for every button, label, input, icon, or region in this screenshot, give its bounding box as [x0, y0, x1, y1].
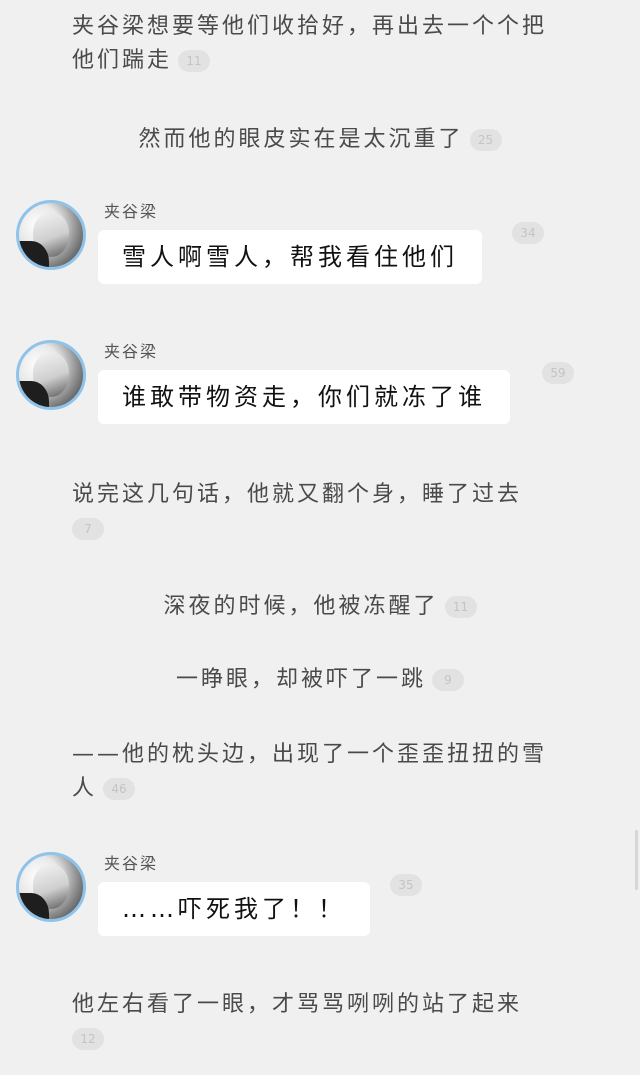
paragraph-comment-count[interactable]: 12 [72, 1028, 104, 1050]
scrollbar[interactable] [635, 830, 638, 890]
message-bubble: 雪人啊雪人，帮我看住他们 [98, 230, 482, 284]
paragraph-comment-count[interactable]: 7 [72, 518, 104, 540]
narration-paragraph: 夹谷梁想要等他们收拾好，再出去一个个把他们踹走 11 [72, 10, 570, 78]
narration-text: 他左右看了一眼，才骂骂咧咧的站了起来 [72, 992, 523, 1017]
narration-paragraph: ——他的枕头边，出现了一个歪歪扭扭的雪人 46 [72, 738, 570, 806]
narration-paragraph: 一睁眼，却被吓了一跳 9 [0, 663, 640, 697]
message-comment-count[interactable]: 35 [390, 874, 422, 896]
author-name: 夹谷梁 [104, 854, 159, 873]
paragraph-comment-count[interactable]: 9 [432, 669, 464, 691]
narration-paragraph: 深夜的时候，他被冻醒了 11 [0, 590, 640, 624]
message-bubble: 谁敢带物资走，你们就冻了谁 [98, 370, 510, 424]
paragraph-comment-count[interactable]: 46 [103, 778, 136, 800]
chat-message: 夹谷梁 ……吓死我了！！ 35 [0, 852, 640, 972]
narration-text: 说完这几句话，他就又翻个身，睡了过去 [72, 482, 523, 507]
narration-text: 一睁眼，却被吓了一跳 [175, 667, 426, 692]
message-comment-count[interactable]: 34 [512, 222, 544, 244]
chat-message: 夹谷梁 雪人啊雪人，帮我看住他们 34 [0, 200, 640, 320]
paragraph-comment-count[interactable]: 11 [444, 596, 477, 618]
author-name: 夹谷梁 [104, 342, 159, 361]
narration-text: 夹谷梁想要等他们收拾好，再出去一个个把他们踹走 [72, 14, 548, 73]
narration-text: 然而他的眼皮实在是太沉重了 [138, 127, 464, 152]
paragraph-comment-count[interactable]: 25 [469, 129, 502, 151]
author-avatar[interactable] [16, 200, 86, 270]
narration-paragraph: 然而他的眼皮实在是太沉重了 25 [0, 123, 640, 157]
narration-paragraph: 说完这几句话，他就又翻个身，睡了过去 7 [72, 478, 570, 546]
message-bubble: ……吓死我了！！ [98, 882, 370, 936]
message-comment-count[interactable]: 59 [542, 362, 574, 384]
author-avatar[interactable] [16, 340, 86, 410]
narration-text: 深夜的时候，他被冻醒了 [163, 594, 439, 619]
narration-text: ——他的枕头边，出现了一个歪歪扭扭的雪人 [72, 742, 548, 801]
chat-message: 夹谷梁 谁敢带物资走，你们就冻了谁 59 [0, 340, 640, 460]
author-name: 夹谷梁 [104, 202, 159, 221]
narration-paragraph: 他左右看了一眼，才骂骂咧咧的站了起来 12 [72, 988, 570, 1056]
paragraph-comment-count[interactable]: 11 [178, 50, 211, 72]
author-avatar[interactable] [16, 852, 86, 922]
